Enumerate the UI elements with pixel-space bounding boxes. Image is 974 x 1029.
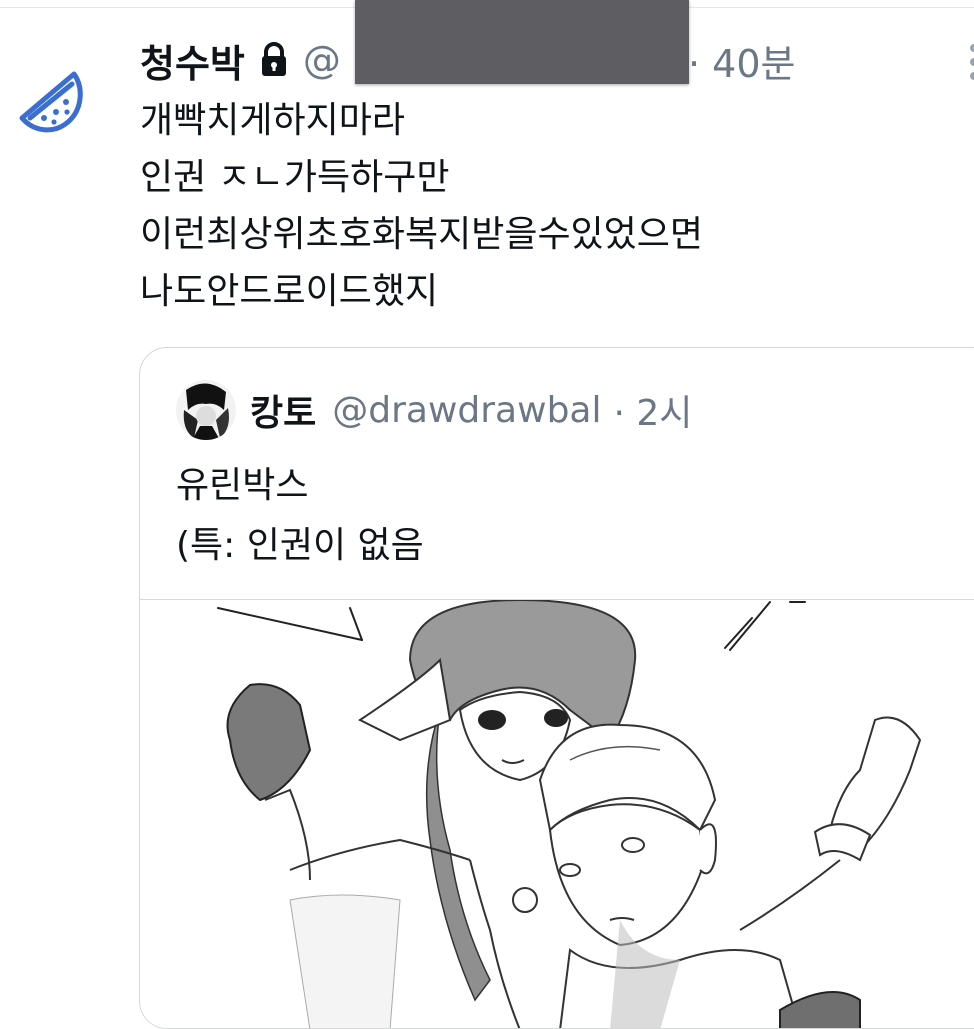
tweet-text-line: 인권 ㅈㄴ가득하구만 <box>140 157 450 198</box>
quoted-handle[interactable]: @drawdrawbal <box>332 390 601 431</box>
quoted-tweet-header: 캉토 @drawdrawbal · 2시 <box>176 378 692 442</box>
tweet-header: 청수박 @ <box>140 32 341 88</box>
quoted-tweet-card[interactable]: 캉토 @drawdrawbal · 2시 유린박스 (특: 인권이 없음 <box>139 347 974 1029</box>
quoted-text-line: 유린박스 <box>176 465 309 506</box>
lock-icon <box>259 42 289 78</box>
profile-avatar[interactable] <box>14 66 90 142</box>
tweet-text-line: 나도안드로이드했지 <box>140 271 439 312</box>
display-name[interactable]: 청수박 <box>140 33 245 88</box>
quoted-tweet-image[interactable] <box>140 598 974 1028</box>
quoted-avatar[interactable] <box>176 380 236 440</box>
tweet-text-line: 이런최상위초호화복지받을수있었으면 <box>140 214 704 255</box>
redaction-box <box>355 0 689 84</box>
tweet-time[interactable]: · 40분 <box>688 32 795 88</box>
user-handle[interactable]: @ <box>303 38 341 82</box>
more-options-icon[interactable] <box>966 42 974 82</box>
tweet-text-line: 개빡치게하지마라 <box>140 100 405 141</box>
watermelon-icon <box>19 71 83 133</box>
quoted-text-line: (특: 인권이 없음 <box>176 525 424 566</box>
manga-sketch-image <box>217 598 922 1028</box>
tweet-body: 개빡치게하지마라 인권 ㅈㄴ가득하구만 이런최상위초호화복지받을수있었으면 나도… <box>140 92 703 320</box>
quoted-tweet-body: 유린박스 (특: 인권이 없음 <box>176 456 424 576</box>
timestamp[interactable]: · 40분 <box>688 33 795 88</box>
quoted-time[interactable]: · 2시 <box>613 384 692 436</box>
quoted-display-name[interactable]: 캉토 <box>250 384 316 436</box>
